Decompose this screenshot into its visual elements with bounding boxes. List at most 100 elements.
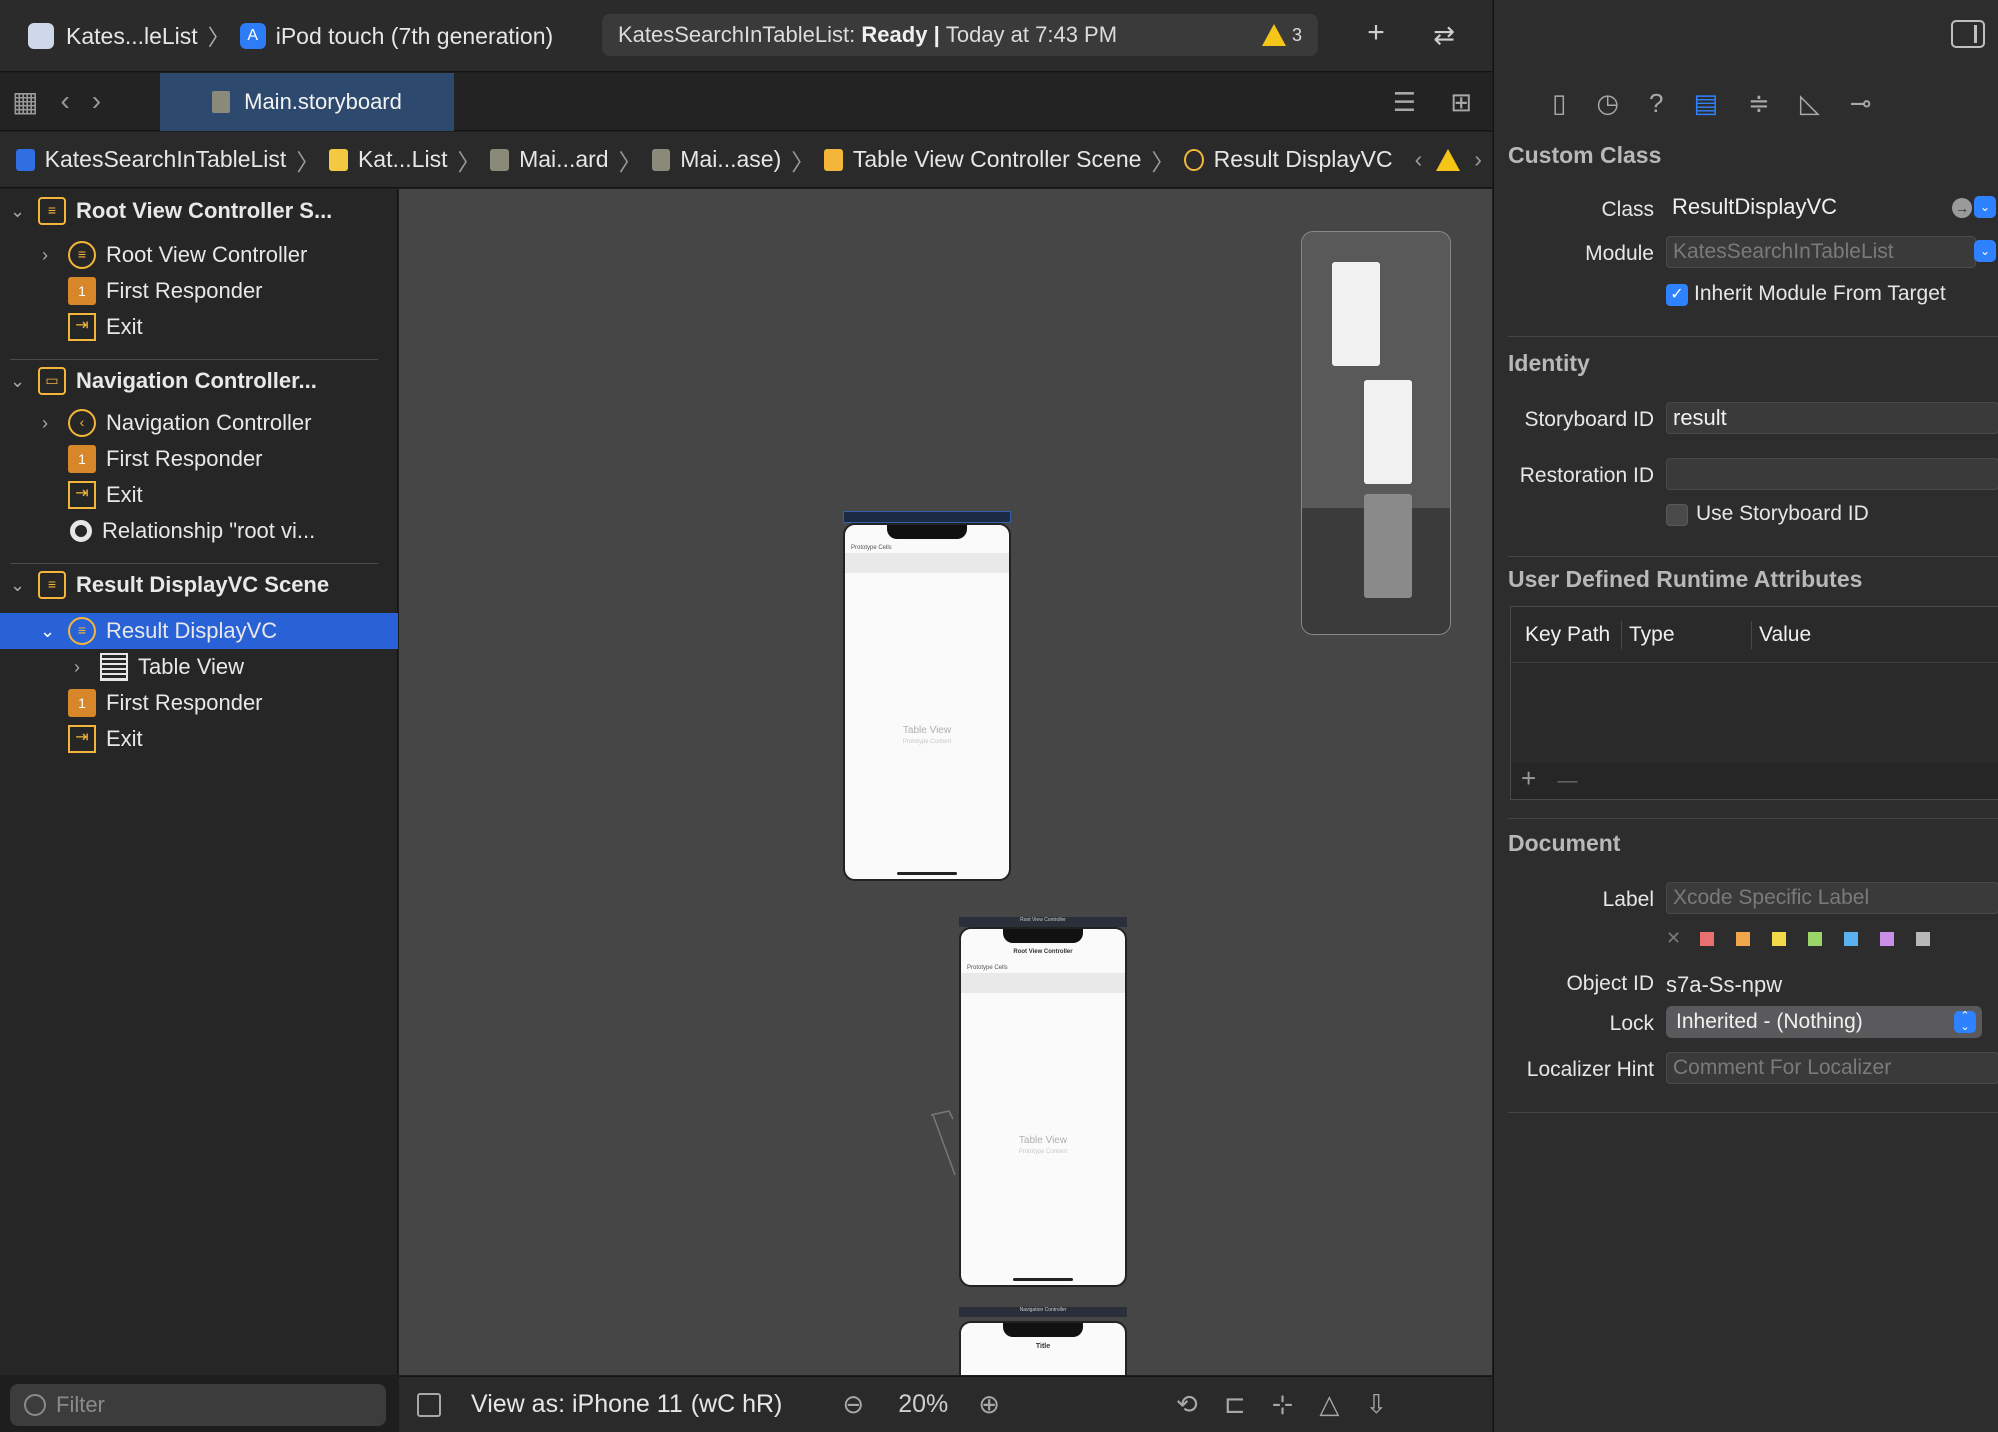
color-swatch-orange[interactable] bbox=[1736, 932, 1750, 946]
doc-label-field[interactable]: Xcode Specific Label bbox=[1666, 882, 1998, 914]
storyboard-id-field[interactable]: result bbox=[1666, 402, 1998, 434]
editor-options-icon[interactable]: ☰ bbox=[1393, 87, 1416, 118]
chevron-down-icon[interactable]: ⌄ bbox=[40, 621, 55, 642]
outline-item-relationship[interactable]: Relationship "root vi... bbox=[0, 513, 398, 549]
scene-header[interactable]: Navigation Controller bbox=[959, 1307, 1127, 1317]
canvas-minimap[interactable] bbox=[1301, 231, 1451, 635]
scene-header[interactable]: Root View Controller bbox=[959, 917, 1127, 927]
scheme-selector[interactable]: Kates...leList 〉 A iPod touch (7th gener… bbox=[28, 18, 553, 54]
breadcrumb-storyboard-base[interactable]: Mai...ase) bbox=[680, 146, 781, 173]
add-editor-icon[interactable]: ⊞ bbox=[1450, 87, 1472, 118]
view-as-device[interactable]: View as: iPhone 11 bbox=[471, 1390, 683, 1419]
history-inspector-icon[interactable]: ◷ bbox=[1596, 88, 1619, 119]
align-icon[interactable]: ⊏ bbox=[1224, 1389, 1246, 1420]
resolve-issues-icon[interactable]: △ bbox=[1319, 1389, 1339, 1420]
sidebar-toggle-icon[interactable] bbox=[417, 1392, 441, 1417]
scene-root-view-controller[interactable]: Root View Controller Prototype Cells Tab… bbox=[959, 927, 1127, 1287]
breadcrumb-object[interactable]: Result DisplayVC bbox=[1214, 146, 1393, 173]
outline-scene-root[interactable]: ⌄ ≡ Root View Controller S... bbox=[0, 193, 398, 229]
lock-popup[interactable]: Inherited - (Nothing) ⌃ ⌄ bbox=[1666, 1006, 1982, 1038]
back-arrow-icon[interactable]: ‹ bbox=[60, 85, 69, 118]
outline-item-first-responder[interactable]: 1 First Responder bbox=[0, 273, 398, 309]
warning-indicator[interactable]: 3 bbox=[1261, 24, 1302, 46]
outline-scene-result[interactable]: ⌄ ≡ Result DisplayVC Scene bbox=[0, 567, 398, 603]
connections-inspector-icon[interactable]: ⊸ bbox=[1850, 88, 1872, 119]
col-value[interactable]: Value bbox=[1759, 623, 1811, 647]
breadcrumb-storyboard[interactable]: Mai...ard bbox=[519, 146, 608, 173]
breadcrumb-group[interactable]: Kat...List bbox=[358, 146, 447, 173]
zoom-in-icon[interactable]: ⊕ bbox=[978, 1389, 1000, 1420]
scene-navigation-controller[interactable]: Title bbox=[959, 1321, 1127, 1375]
color-swatch-red[interactable] bbox=[1700, 932, 1714, 946]
scheme-name: Kates...leList bbox=[66, 22, 198, 49]
outline-item-exit[interactable]: ⇥ Exit bbox=[0, 477, 398, 513]
outline-item-exit[interactable]: ⇥ Exit bbox=[0, 721, 398, 757]
col-keypath[interactable]: Key Path bbox=[1525, 623, 1610, 647]
zoom-out-icon[interactable]: ⊖ bbox=[842, 1389, 864, 1420]
size-inspector-icon[interactable]: ◺ bbox=[1800, 88, 1820, 119]
code-review-button[interactable]: ⇄ bbox=[1424, 20, 1464, 51]
outline-item-root-vc[interactable]: › ≡ Root View Controller bbox=[0, 237, 398, 273]
chevron-right-icon[interactable]: › bbox=[42, 245, 48, 266]
identity-inspector-icon[interactable]: ▤ bbox=[1693, 88, 1718, 119]
device-name[interactable]: iPod touch (7th generation) bbox=[276, 23, 553, 50]
breadcrumb-scene[interactable]: Table View Controller Scene bbox=[853, 146, 1142, 173]
restoration-id-field[interactable] bbox=[1666, 458, 1998, 490]
color-swatch-yellow[interactable] bbox=[1772, 932, 1786, 946]
outline-item-first-responder[interactable]: 1 First Responder bbox=[0, 441, 398, 477]
chevron-down-icon[interactable]: ⌄ bbox=[10, 201, 25, 222]
outline-item-table-view[interactable]: › Table View bbox=[0, 649, 398, 685]
update-frames-icon[interactable]: ⟲ bbox=[1176, 1389, 1198, 1420]
chevron-down-icon[interactable]: ⌄ bbox=[10, 371, 25, 392]
use-storyboard-id-checkbox[interactable] bbox=[1666, 504, 1688, 526]
runtime-attributes-table[interactable]: Key Path Type Value + — bbox=[1510, 606, 1998, 800]
no-color-icon[interactable]: ✕ bbox=[1666, 928, 1681, 949]
outline-scene-nav[interactable]: ⌄ ▭ Navigation Controller... bbox=[0, 363, 398, 399]
scene-result-displayvc[interactable]: Prototype Cells Table View Prototype Con… bbox=[843, 523, 1011, 881]
inspector-toggle-icon[interactable] bbox=[1951, 20, 1985, 48]
table-view-label: Table View bbox=[1018, 1135, 1068, 1146]
embed-in-icon[interactable]: ⇩ bbox=[1365, 1389, 1387, 1420]
outline-item-result-displayvc[interactable]: ⌄ ≡ Result DisplayVC bbox=[0, 613, 398, 649]
tab-main-storyboard[interactable]: Main.storyboard bbox=[160, 73, 454, 131]
localizer-hint-field[interactable]: Comment For Localizer bbox=[1666, 1052, 1998, 1084]
module-dropdown-icon[interactable]: ⌄ bbox=[1974, 240, 1996, 262]
outline-item-first-responder[interactable]: 1 First Responder bbox=[0, 685, 398, 721]
chevron-down-icon[interactable]: ⌄ bbox=[10, 575, 25, 596]
color-swatch-blue[interactable] bbox=[1844, 932, 1858, 946]
forward-arrow-icon[interactable]: › bbox=[92, 85, 101, 118]
add-library-button[interactable]: + bbox=[1356, 16, 1396, 50]
class-field[interactable]: ResultDisplayVC bbox=[1666, 192, 1976, 224]
storyboard-canvas[interactable]: Prototype Cells Table View Prototype Con… bbox=[399, 189, 1492, 1375]
filter-field[interactable]: Filter bbox=[10, 1384, 386, 1426]
chevron-right-icon[interactable]: › bbox=[74, 657, 80, 678]
outline-item-exit[interactable]: ⇥ Exit bbox=[0, 309, 398, 345]
file-inspector-icon[interactable]: ▯ bbox=[1552, 88, 1566, 119]
chevron-right-icon[interactable]: › bbox=[1474, 146, 1482, 173]
chevron-left-icon[interactable]: ‹ bbox=[1415, 146, 1423, 173]
grid-icon[interactable]: ▦ bbox=[12, 85, 38, 118]
color-swatch-green[interactable] bbox=[1808, 932, 1822, 946]
module-field[interactable]: KatesSearchInTableList bbox=[1666, 236, 1976, 268]
exit-icon: ⇥ bbox=[68, 313, 96, 341]
help-inspector-icon[interactable]: ? bbox=[1649, 88, 1663, 119]
add-constraints-icon[interactable]: ⊹ bbox=[1272, 1389, 1294, 1420]
scene-dock[interactable] bbox=[843, 511, 1011, 523]
attributes-inspector-icon[interactable]: ≑ bbox=[1748, 88, 1770, 119]
breadcrumb-project[interactable]: KatesSearchInTableList bbox=[45, 146, 287, 173]
prototype-cell[interactable] bbox=[961, 973, 1125, 993]
remove-attribute-button[interactable]: — bbox=[1557, 770, 1577, 792]
prototype-cell[interactable] bbox=[845, 553, 1009, 573]
color-swatch-purple[interactable] bbox=[1880, 932, 1894, 946]
col-type[interactable]: Type bbox=[1629, 623, 1675, 647]
outline-item-nav-controller[interactable]: › ‹ Navigation Controller bbox=[0, 405, 398, 441]
class-dropdown-icon[interactable]: ⌄ bbox=[1974, 196, 1996, 218]
color-swatch-gray[interactable] bbox=[1916, 932, 1930, 946]
warning-icon[interactable] bbox=[1436, 148, 1461, 171]
chevron-right-icon[interactable]: › bbox=[42, 413, 48, 434]
go-to-class-icon[interactable]: → bbox=[1952, 198, 1972, 218]
inherit-module-checkbox[interactable]: ✓ bbox=[1666, 284, 1688, 306]
segue-arrow[interactable] bbox=[929, 1109, 963, 1179]
add-attribute-button[interactable]: + bbox=[1521, 763, 1536, 793]
divider bbox=[1508, 1112, 1998, 1113]
